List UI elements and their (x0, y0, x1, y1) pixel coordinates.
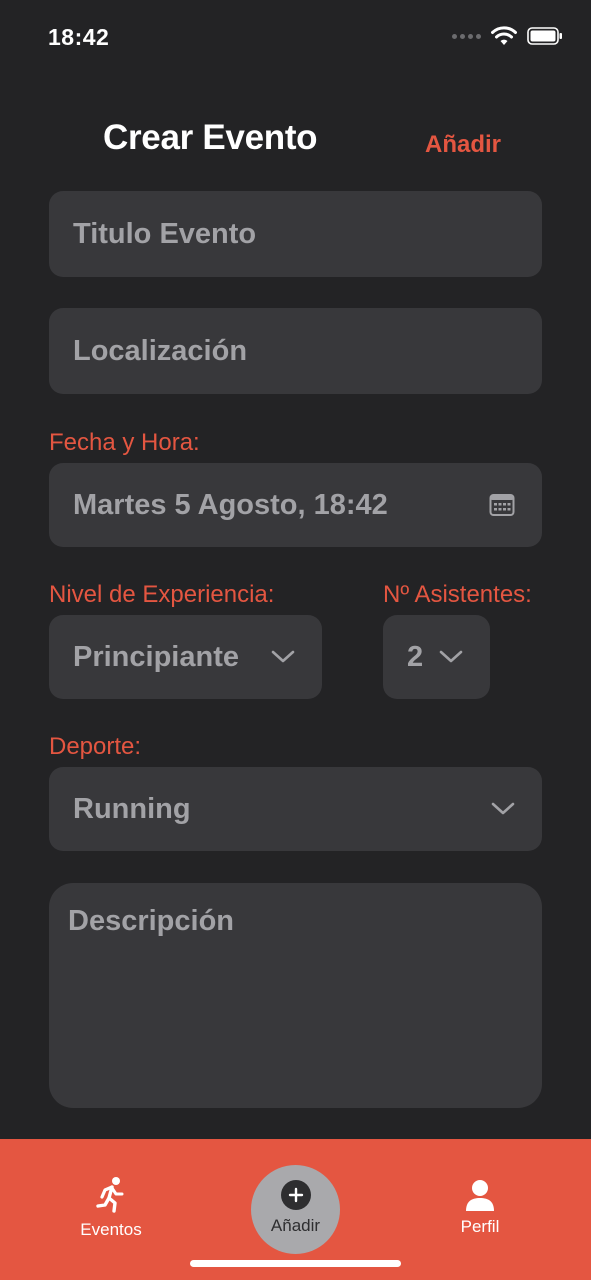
tab-perfil-label: Perfil (460, 1217, 500, 1236)
calendar-icon (489, 494, 515, 516)
sport-select[interactable]: Running (49, 767, 542, 851)
status-indicators (452, 26, 563, 46)
datetime-picker[interactable]: Martes 5 Agosto, 18:42 (49, 463, 542, 547)
event-title-placeholder: Titulo Evento (73, 217, 257, 250)
screen: 18:42 Crear Evento Añadir Titulo Evento … (0, 0, 591, 1280)
description-textarea[interactable]: Descripción (49, 883, 542, 1108)
wifi-icon (491, 26, 517, 45)
tab-anadir-label: Añadir (270, 1215, 321, 1235)
chevron-down-icon (271, 650, 295, 663)
sport-value: Running (73, 792, 191, 825)
tab-anadir[interactable]: Añadir (251, 1165, 340, 1254)
event-title-input[interactable]: Titulo Evento (49, 191, 542, 277)
experience-label: Nivel de Experiencia: (49, 581, 275, 608)
experience-select[interactable]: Principiante (49, 615, 322, 699)
add-button[interactable]: Añadir (425, 131, 501, 159)
datetime-value: Martes 5 Agosto, 18:42 (73, 488, 388, 521)
page-title: Crear Evento (103, 118, 318, 157)
attendees-select[interactable]: 2 (383, 615, 490, 699)
experience-value: Principiante (73, 640, 239, 673)
datetime-label: Fecha y Hora: (49, 429, 200, 456)
plus-circle-icon (280, 1179, 311, 1210)
home-indicator (190, 1260, 401, 1267)
person-icon (466, 1180, 494, 1211)
attendees-value: 2 (407, 640, 424, 673)
chevron-down-icon (491, 802, 515, 815)
chevron-down-icon (439, 650, 463, 663)
battery-icon (527, 27, 562, 45)
tab-eventos-label: Eventos (80, 1220, 142, 1239)
status-time: 18:42 (48, 24, 110, 50)
location-placeholder: Localización (73, 334, 248, 367)
location-input[interactable]: Localización (49, 308, 542, 394)
signal-dots-icon (452, 33, 481, 39)
sport-label: Deporte: (49, 733, 142, 760)
tab-eventos[interactable]: Eventos (72, 1176, 150, 1240)
tab-perfil[interactable]: Perfil (448, 1179, 512, 1237)
runner-icon (96, 1177, 124, 1213)
attendees-label: Nº Asistentes: (383, 581, 532, 608)
description-placeholder: Descripción (68, 905, 234, 937)
